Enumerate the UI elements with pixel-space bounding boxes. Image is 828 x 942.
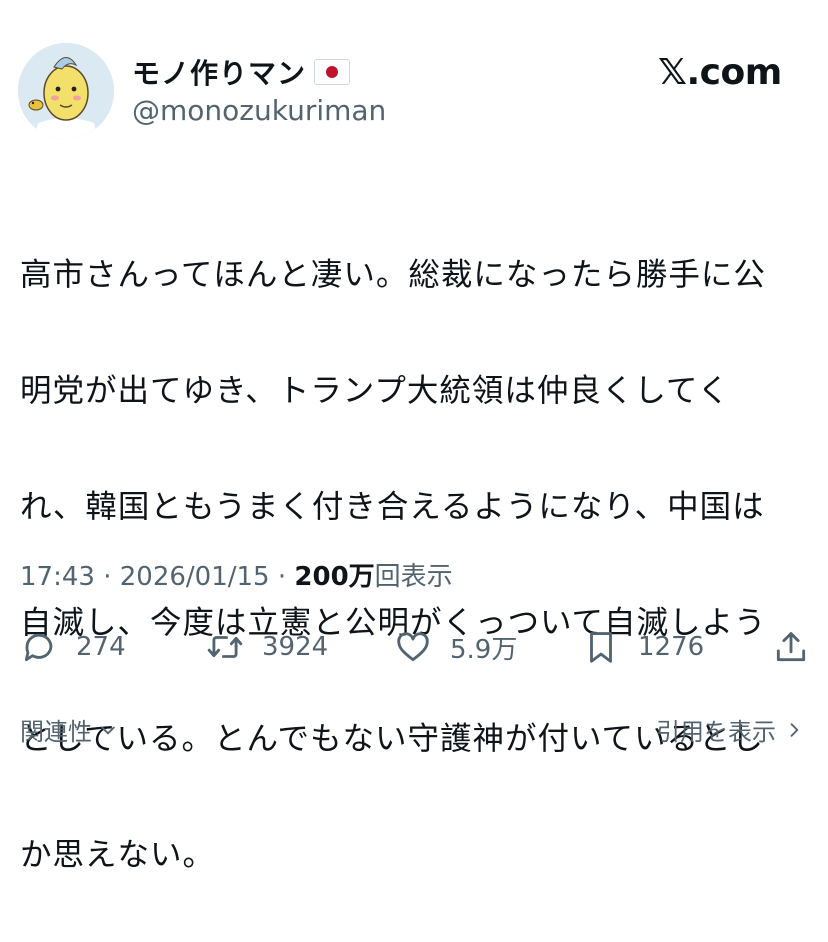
heart-icon <box>397 632 429 662</box>
chevron-right-icon <box>790 722 799 737</box>
avatar[interactable] <box>18 43 114 139</box>
retweet-count: 3924 <box>262 632 329 662</box>
tweet-line: か思えない。 <box>20 837 216 873</box>
tweet-line: 明党が出てゆき、トランプ大統領は仲良くしてく <box>20 373 730 409</box>
author-name-row[interactable]: モノ作りマン <box>132 52 351 92</box>
bookmark-icon <box>590 632 612 663</box>
view-quotes-label: 引用を表示 <box>656 718 776 746</box>
bookmark-count: 1276 <box>638 632 705 662</box>
tweet-line: 高市さんってほんと凄い。総裁になったら勝手に公 <box>20 257 766 293</box>
bookmark-button[interactable]: 1276 <box>582 622 704 672</box>
avatar-illustration <box>18 43 114 139</box>
share-button[interactable] <box>772 622 810 672</box>
view-quotes-link[interactable]: 引用を表示 <box>656 712 804 747</box>
reply-icon <box>24 633 53 662</box>
japan-flag-icon <box>314 59 351 85</box>
tweet-date[interactable]: 2026/01/15 <box>120 562 270 592</box>
tweet-footer: 関連性 引用を表示 <box>20 712 810 752</box>
share-icon <box>776 632 806 662</box>
like-count: 5.9万 <box>450 634 518 665</box>
reply-count: 274 <box>76 632 126 662</box>
tweet-time[interactable]: 17:43 <box>20 562 95 592</box>
action-bar: 274 3924 5.9万 1276 <box>20 622 810 672</box>
reply-button[interactable]: 274 <box>20 622 126 672</box>
author-handle[interactable]: @monozukuriman <box>132 94 386 127</box>
retweet-icon <box>207 636 243 658</box>
x-logo: 𝕏.com <box>658 52 782 93</box>
meta-separator: · <box>277 562 287 592</box>
author-display-name[interactable]: モノ作りマン <box>132 52 306 92</box>
views-count[interactable]: 200万 <box>294 562 374 592</box>
tweet-meta: 17:43 · 2026/01/15 · 200万回表示 <box>20 556 453 593</box>
tweet-line: れ、韓国ともうまく付き合えるようになり、中国は <box>20 489 765 525</box>
like-button[interactable]: 5.9万 <box>394 622 517 672</box>
retweet-button[interactable]: 3924 <box>206 622 328 672</box>
chevron-down-icon <box>101 726 115 734</box>
views-label: 回表示 <box>374 562 453 592</box>
related-label: 関連性 <box>20 718 92 746</box>
meta-separator: · <box>103 562 112 592</box>
related-sort-dropdown[interactable]: 関連性 <box>20 712 118 747</box>
